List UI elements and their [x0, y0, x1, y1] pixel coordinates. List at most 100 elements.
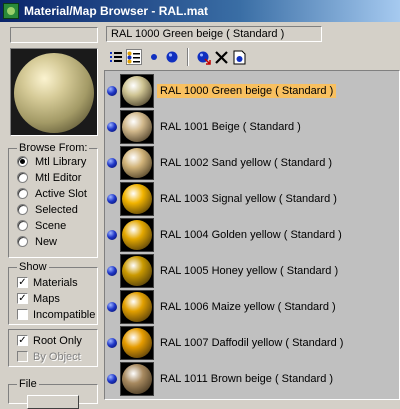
- radio-label: Mtl Editor: [35, 171, 82, 184]
- material-sphere: [122, 256, 152, 286]
- material-type-icon: [107, 86, 117, 96]
- material-thumbnail: [120, 74, 154, 108]
- checkbox-label: Maps: [33, 292, 60, 305]
- checkbox-maps[interactable]: ✓ Maps: [17, 291, 60, 306]
- checkbox-incompatible[interactable]: Incompatible: [17, 307, 95, 322]
- checkbox-label: By Object: [33, 350, 81, 363]
- browse-from-group: Browse From: Mtl Library Mtl Editor Acti…: [8, 142, 98, 258]
- view-list-icon[interactable]: [108, 49, 124, 65]
- material-name[interactable]: RAL 1001 Beige ( Standard ): [157, 120, 304, 134]
- radio-label: Active Slot: [35, 187, 87, 200]
- material-type-icon: [107, 302, 117, 312]
- view-list-icons-icon[interactable]: [126, 49, 142, 65]
- app-icon: [3, 3, 19, 19]
- name-input[interactable]: [10, 27, 98, 43]
- material-row[interactable]: RAL 1005 Honey yellow ( Standard ): [105, 253, 399, 289]
- browse-from-title: Browse From:: [17, 142, 90, 154]
- radio-selected[interactable]: Selected: [17, 202, 78, 217]
- material-preview: [10, 48, 98, 136]
- checkbox-label: Incompatible: [33, 308, 96, 321]
- checkbox-root-only[interactable]: ✓ Root Only: [17, 333, 82, 348]
- material-name[interactable]: RAL 1002 Sand yellow ( Standard ): [157, 156, 335, 170]
- material-thumbnail: [120, 218, 154, 252]
- material-name[interactable]: RAL 1005 Honey yellow ( Standard ): [157, 264, 341, 278]
- view-large-icons-icon[interactable]: [164, 49, 180, 65]
- radio-button[interactable]: [17, 220, 28, 231]
- material-type-icon: [107, 230, 117, 240]
- window-title: Material/Map Browser - RAL.mat: [24, 4, 209, 18]
- preview-sphere: [14, 53, 94, 133]
- file-title: File: [17, 378, 39, 390]
- radio-button[interactable]: [17, 204, 28, 215]
- filter-group: ✓ Root Only By Object: [8, 329, 98, 367]
- material-name[interactable]: RAL 1011 Brown beige ( Standard ): [157, 372, 336, 386]
- material-sphere: [122, 328, 152, 358]
- material-thumbnail: [120, 326, 154, 360]
- radio-button[interactable]: [17, 188, 28, 199]
- material-type-icon: [107, 266, 117, 276]
- material-row[interactable]: RAL 1001 Beige ( Standard ): [105, 109, 399, 145]
- material-thumbnail: [120, 290, 154, 324]
- material-row[interactable]: RAL 1002 Sand yellow ( Standard ): [105, 145, 399, 181]
- material-name[interactable]: RAL 1006 Maize yellow ( Standard ): [157, 300, 339, 314]
- material-thumbnail: [120, 254, 154, 288]
- toolbar-separator: [187, 48, 189, 66]
- file-group: File: [8, 378, 98, 409]
- checkbox-materials[interactable]: ✓ Materials: [17, 275, 78, 290]
- material-name[interactable]: RAL 1004 Golden yellow ( Standard ): [157, 228, 345, 242]
- material-thumbnail: [120, 182, 154, 216]
- checkbox-by-object: By Object: [17, 349, 81, 364]
- material-sphere: [122, 112, 152, 142]
- radio-new[interactable]: New: [17, 234, 57, 249]
- current-material-field: RAL 1000 Green beige ( Standard ): [106, 26, 322, 42]
- radio-mtl-editor[interactable]: Mtl Editor: [17, 170, 81, 185]
- material-row[interactable]: RAL 1011 Brown beige ( Standard ): [105, 361, 399, 397]
- radio-label: Mtl Library: [35, 155, 87, 168]
- delete-from-library-icon[interactable]: [213, 49, 229, 65]
- material-sphere: [122, 148, 152, 178]
- material-name[interactable]: RAL 1007 Daffodil yellow ( Standard ): [157, 336, 346, 350]
- material-sphere: [122, 184, 152, 214]
- view-small-icons-icon[interactable]: [146, 49, 162, 65]
- radio-button[interactable]: [17, 236, 28, 247]
- material-sphere: [122, 292, 152, 322]
- material-type-icon: [107, 338, 117, 348]
- checkbox-label: Root Only: [33, 334, 82, 347]
- show-title: Show: [17, 261, 49, 273]
- radio-label: New: [35, 235, 58, 248]
- material-sphere: [122, 76, 152, 106]
- material-row[interactable]: RAL 1004 Golden yellow ( Standard ): [105, 217, 399, 253]
- checkbox[interactable]: ✓: [17, 277, 28, 288]
- material-type-icon: [107, 194, 117, 204]
- material-row[interactable]: RAL 1006 Maize yellow ( Standard ): [105, 289, 399, 325]
- material-sphere: [122, 364, 152, 394]
- checkbox: [17, 351, 28, 362]
- material-list[interactable]: RAL 1000 Green beige ( Standard ) RAL 10…: [104, 70, 400, 400]
- radio-label: Scene: [35, 219, 67, 232]
- radio-label: Selected: [35, 203, 78, 216]
- material-name[interactable]: RAL 1000 Green beige ( Standard ): [157, 84, 337, 98]
- checkbox[interactable]: ✓: [17, 335, 28, 346]
- material-type-icon: [107, 122, 117, 132]
- radio-mtl-library[interactable]: Mtl Library: [17, 154, 86, 169]
- update-scene-materials-icon[interactable]: [195, 49, 211, 65]
- clear-library-icon[interactable]: [231, 49, 247, 65]
- radio-scene[interactable]: Scene: [17, 218, 66, 233]
- checkbox[interactable]: ✓: [17, 293, 28, 304]
- material-name[interactable]: RAL 1003 Signal yellow ( Standard ): [157, 192, 340, 206]
- file-open-button[interactable]: [27, 395, 79, 409]
- material-row[interactable]: RAL 1000 Green beige ( Standard ): [105, 73, 399, 109]
- material-row[interactable]: RAL 1003 Signal yellow ( Standard ): [105, 181, 399, 217]
- material-type-icon: [107, 374, 117, 384]
- material-row[interactable]: RAL 1007 Daffodil yellow ( Standard ): [105, 325, 399, 361]
- material-thumbnail: [120, 110, 154, 144]
- radio-active-slot[interactable]: Active Slot: [17, 186, 87, 201]
- show-group: Show ✓ Materials ✓ Maps Incompatible: [8, 261, 98, 325]
- material-thumbnail: [120, 362, 154, 396]
- checkbox-label: Materials: [33, 276, 78, 289]
- material-sphere: [122, 220, 152, 250]
- title-bar[interactable]: Material/Map Browser - RAL.mat: [0, 0, 400, 22]
- radio-button[interactable]: [17, 172, 28, 183]
- radio-button[interactable]: [17, 156, 28, 167]
- checkbox[interactable]: [17, 309, 28, 320]
